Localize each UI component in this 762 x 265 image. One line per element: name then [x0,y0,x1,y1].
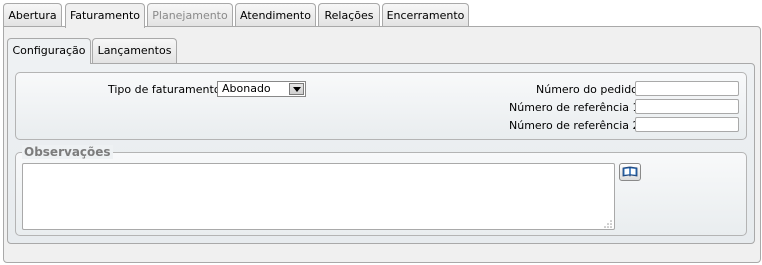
subtab-configuracao-label: Configuração [12,44,86,57]
tab-planejamento[interactable]: Planejamento [147,3,233,26]
subtab-lancamentos-label: Lançamentos [97,44,172,57]
billing-type-select[interactable]: Abonado [217,81,306,97]
tab-abertura-label: Abertura [8,9,57,22]
order-number-label: Número do pedido : [536,83,646,96]
reference1-input[interactable] [635,99,739,114]
subtab-lancamentos[interactable]: Lançamentos [92,38,177,63]
order-number-input[interactable] [635,81,739,96]
billing-type-value: Abonado [222,82,271,95]
tab-faturamento-label: Faturamento [69,9,141,22]
book-icon [622,166,638,177]
tab-encerramento-label: Encerramento [386,9,465,22]
chevron-down-icon[interactable] [289,83,304,95]
tab-faturamento[interactable]: Faturamento [65,3,145,28]
reference2-input[interactable] [635,117,739,132]
tab-planejamento-label: Planejamento [152,9,228,22]
subtab-configuracao[interactable]: Configuração [7,38,91,64]
reference1-label: Número de referência 1 : [509,101,647,114]
tab-atendimento[interactable]: Atendimento [235,3,316,26]
notes-book-button[interactable] [619,163,641,181]
tab-relacoes[interactable]: Relações [318,3,380,26]
reference2-label: Número de referência 2 : [509,119,647,132]
notes-legend: Observações [22,145,113,159]
resize-grip-icon[interactable] [603,219,612,228]
tab-abertura[interactable]: Abertura [3,3,62,26]
tab-encerramento[interactable]: Encerramento [382,3,469,26]
tab-relacoes-label: Relações [324,9,374,22]
notes-textarea[interactable] [22,163,615,230]
tab-atendimento-label: Atendimento [240,9,311,22]
billing-type-label: Tipo de faturamento : [108,83,228,96]
